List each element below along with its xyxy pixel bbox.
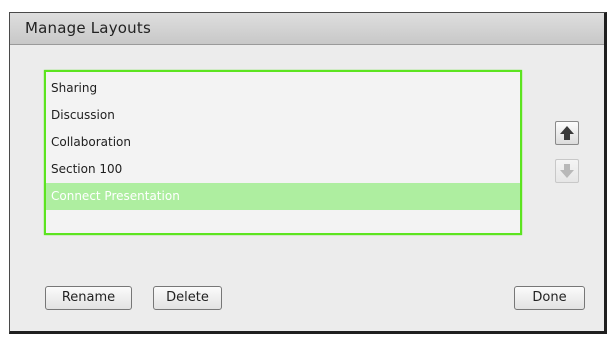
list-item-discussion[interactable]: Discussion: [46, 102, 520, 129]
list-item-section-100[interactable]: Section 100: [46, 156, 520, 183]
done-button[interactable]: Done: [514, 286, 585, 310]
delete-button[interactable]: Delete: [153, 286, 222, 310]
arrow-down-icon: [560, 164, 574, 178]
list-item-connect-presentation[interactable]: Connect Presentation: [46, 183, 520, 210]
list-item-label: Sharing: [51, 81, 98, 95]
manage-layouts-dialog: Manage Layouts Sharing Discussion Collab…: [9, 12, 607, 334]
arrow-up-icon: [560, 126, 574, 140]
list-item-label: Collaboration: [51, 135, 131, 149]
list-item-label: Discussion: [51, 108, 115, 122]
move-up-button[interactable]: [555, 121, 579, 145]
dialog-title: Manage Layouts: [25, 19, 151, 37]
move-down-button[interactable]: [555, 159, 579, 183]
screen: Manage Layouts Sharing Discussion Collab…: [0, 0, 615, 337]
layouts-list[interactable]: Sharing Discussion Collaboration Section…: [44, 70, 522, 235]
list-item-collaboration[interactable]: Collaboration: [46, 129, 520, 156]
list-item-label: Section 100: [51, 162, 123, 176]
rename-button[interactable]: Rename: [45, 286, 132, 310]
dialog-titlebar[interactable]: Manage Layouts: [10, 13, 604, 45]
list-item-label: Connect Presentation: [51, 189, 180, 203]
list-item-sharing[interactable]: Sharing: [46, 75, 520, 102]
